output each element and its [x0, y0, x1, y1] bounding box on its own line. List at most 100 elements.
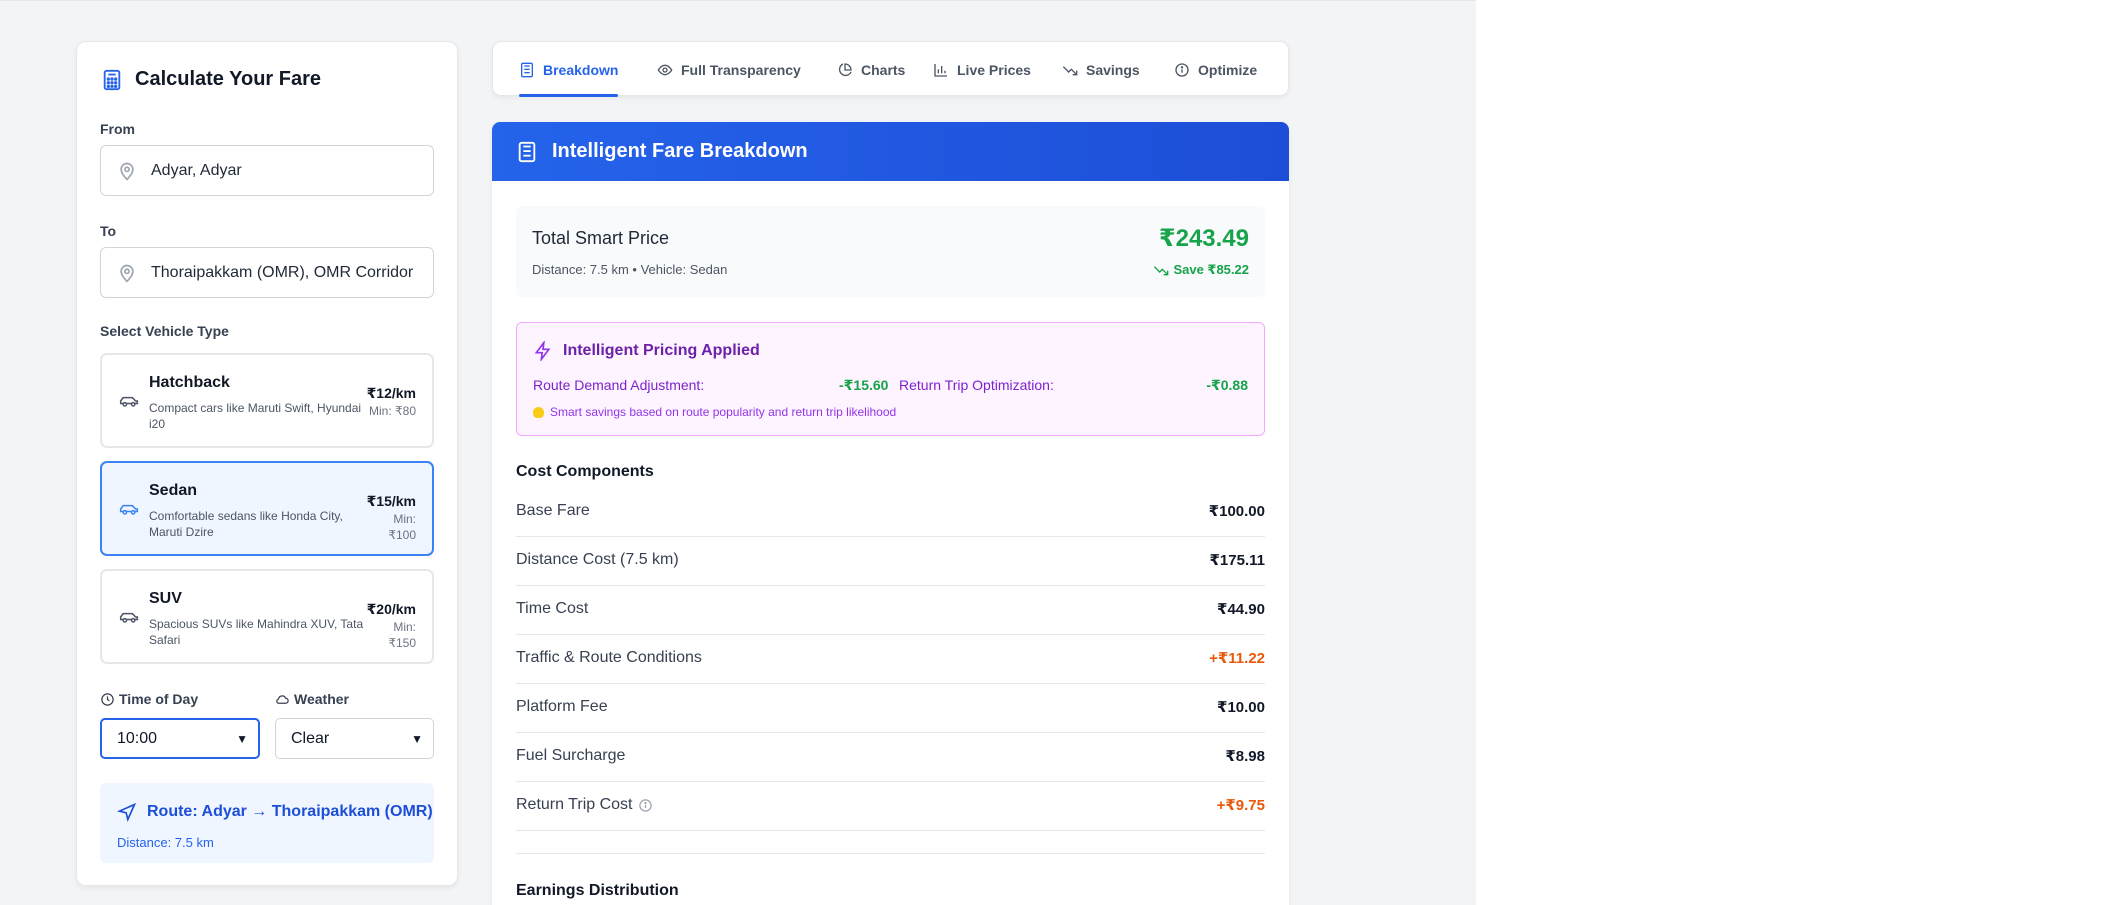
time-of-day-value: 10:00 [117, 729, 158, 747]
vehicle-description: Comfortable sedans like Honda City, Maru… [149, 509, 343, 539]
cost-label: Return Trip Cost [516, 796, 633, 813]
breakdown-header: Intelligent Fare Breakdown [492, 122, 1289, 181]
vehicle-name: Hatchback [149, 374, 230, 391]
total-price-box: Total Smart Price Distance: 7.5 km • Veh… [516, 206, 1265, 297]
breakdown-header-text: Intelligent Fare Breakdown [552, 140, 808, 162]
savings-text: Save ₹85.22 [1173, 262, 1249, 277]
tab-label: Breakdown [543, 61, 619, 78]
calculator-icon [521, 62, 533, 77]
intelligent-pricing-title: Intelligent Pricing Applied [533, 341, 760, 361]
from-value: Adyar, Adyar [151, 161, 242, 179]
clock-icon [101, 692, 114, 706]
vehicle-name: Sedan [149, 482, 198, 499]
chevron-down-icon: ▼ [411, 731, 423, 746]
cost-row-time: Time Cost ₹44.90 [516, 586, 1265, 635]
intelligent-pricing-hint: Smart savings based on route popularity … [533, 405, 896, 419]
cost-row-distance: Distance Cost (7.5 km) ₹175.11 [516, 537, 1265, 586]
tab-live-prices[interactable]: Live Prices [933, 42, 1031, 97]
from-field[interactable]: Adyar, Adyar [100, 145, 434, 196]
vehicle-option-sedan[interactable]: Sedan Comfortable sedans like Honda City… [100, 461, 434, 556]
cost-label: Traffic & Route Conditions [516, 649, 702, 666]
weather-label: Weather [275, 691, 349, 707]
vehicle-min-fare: Min: ₹150 [388, 620, 416, 650]
eye-icon [657, 64, 673, 75]
cost-value: ₹8.98 [1225, 748, 1265, 765]
map-pin-icon [120, 162, 134, 180]
vehicle-name: SUV [149, 590, 182, 607]
cost-label: Platform Fee [516, 698, 608, 715]
navigation-icon [117, 802, 137, 822]
earnings-distribution-title: Earnings Distribution [516, 882, 679, 899]
vehicle-type-label: Select Vehicle Type [100, 323, 229, 339]
return-trip-optimization-label: Return Trip Optimization: [899, 377, 1054, 393]
trending-down-icon [1154, 266, 1169, 276]
tab-optimize[interactable]: Optimize [1174, 42, 1257, 97]
tab-full-transparency[interactable]: Full Transparency [657, 42, 801, 97]
vehicle-rate: ₹12/km [366, 385, 416, 401]
savings-badge: Save ₹85.22 [1153, 262, 1249, 278]
info-icon [1175, 62, 1189, 77]
to-label: To [100, 223, 117, 239]
tab-savings[interactable]: Savings [1062, 42, 1140, 97]
intelligent-pricing-hint-text: Smart savings based on route popularity … [550, 405, 897, 419]
return-trip-optimization-value: -₹0.88 [1206, 377, 1248, 393]
cost-label: Fuel Surcharge [516, 747, 626, 764]
tab-bar: Breakdown Full Transparency Charts Live … [492, 41, 1289, 97]
tab-breakdown[interactable]: Breakdown [519, 42, 619, 97]
cost-row-base-fare: Base Fare ₹100.00 [516, 488, 1265, 537]
route-distance: Distance: 7.5 km [117, 835, 214, 850]
route-demand-value: -₹15.60 [839, 377, 889, 393]
cost-label: Distance Cost (7.5 km) [516, 551, 679, 568]
calculator-title-text: Calculate Your Fare [135, 68, 321, 90]
weather-select[interactable]: Clear ▼ [275, 718, 434, 759]
vehicle-min-fare: Min: ₹80 [369, 404, 416, 418]
cost-label: Time Cost [516, 600, 589, 617]
bar-chart-icon [934, 63, 947, 77]
tab-label: Live Prices [957, 61, 1031, 78]
intelligent-pricing-title-text: Intelligent Pricing Applied [563, 342, 760, 359]
cost-value: +₹11.22 [1209, 650, 1265, 667]
route-demand-label: Route Demand Adjustment: [533, 377, 705, 393]
tab-label: Optimize [1198, 61, 1258, 78]
route-summary: Route: Adyar → Thoraipakkam (OMR) Distan… [100, 783, 434, 863]
cost-row-traffic: Traffic & Route Conditions +₹11.22 [516, 635, 1265, 684]
vehicle-min-fare: Min: ₹100 [388, 512, 416, 542]
trip-summary: Distance: 7.5 km • Vehicle: Sedan [532, 262, 728, 277]
cloud-icon [276, 694, 289, 704]
weather-value: Clear [291, 729, 330, 747]
calculator-icon [518, 141, 536, 162]
car-icon [119, 612, 139, 623]
lightning-icon [534, 341, 551, 361]
total-price-label: Total Smart Price [532, 228, 670, 248]
weather-label-text: Weather [294, 691, 349, 707]
vehicle-option-suv[interactable]: SUV Spacious SUVs like Mahindra XUV, Tat… [100, 569, 434, 664]
route-title: Route: Adyar → Thoraipakkam (OMR) [117, 802, 433, 822]
fare-calculator-panel: Calculate Your Fare From Adyar, Adyar To… [76, 41, 458, 886]
vehicle-rate: ₹20/km [366, 601, 416, 617]
cost-components-title: Cost Components [516, 463, 654, 480]
route-title-text: Route: Adyar → Thoraipakkam (OMR) [147, 803, 433, 820]
cost-row-platform-fee: Platform Fee ₹10.00 [516, 684, 1265, 733]
tab-label: Full Transparency [681, 61, 801, 78]
cost-row-return-trip: Return Trip Cost +₹9.75 [516, 782, 1265, 831]
map-pin-icon [120, 264, 134, 282]
tab-label: Savings [1086, 61, 1140, 78]
calculator-title: Calculate Your Fare [101, 68, 321, 91]
trending-down-icon [1062, 65, 1078, 75]
vehicle-description: Compact cars like Maruti Swift, Hyundai … [149, 401, 362, 431]
lightbulb-icon [533, 406, 544, 418]
cost-label-group: Return Trip Cost [516, 796, 653, 814]
info-icon[interactable] [638, 798, 653, 813]
time-of-day-label-text: Time of Day [119, 691, 199, 707]
cost-value: +₹9.75 [1216, 797, 1265, 814]
section-divider [516, 853, 1265, 854]
tab-charts[interactable]: Charts [837, 42, 905, 97]
cost-value: ₹175.11 [1209, 552, 1266, 569]
cost-row-fuel-surcharge: Fuel Surcharge ₹8.98 [516, 733, 1265, 782]
cost-value: ₹10.00 [1217, 699, 1265, 716]
to-field[interactable]: Thoraipakkam (OMR), OMR Corridor [100, 247, 434, 298]
tab-label: Charts [861, 61, 906, 78]
time-of-day-select[interactable]: 10:00 ▼ [100, 718, 260, 759]
cost-value: ₹100.00 [1208, 503, 1265, 520]
vehicle-option-hatchback[interactable]: Hatchback Compact cars like Maruti Swift… [100, 353, 434, 448]
